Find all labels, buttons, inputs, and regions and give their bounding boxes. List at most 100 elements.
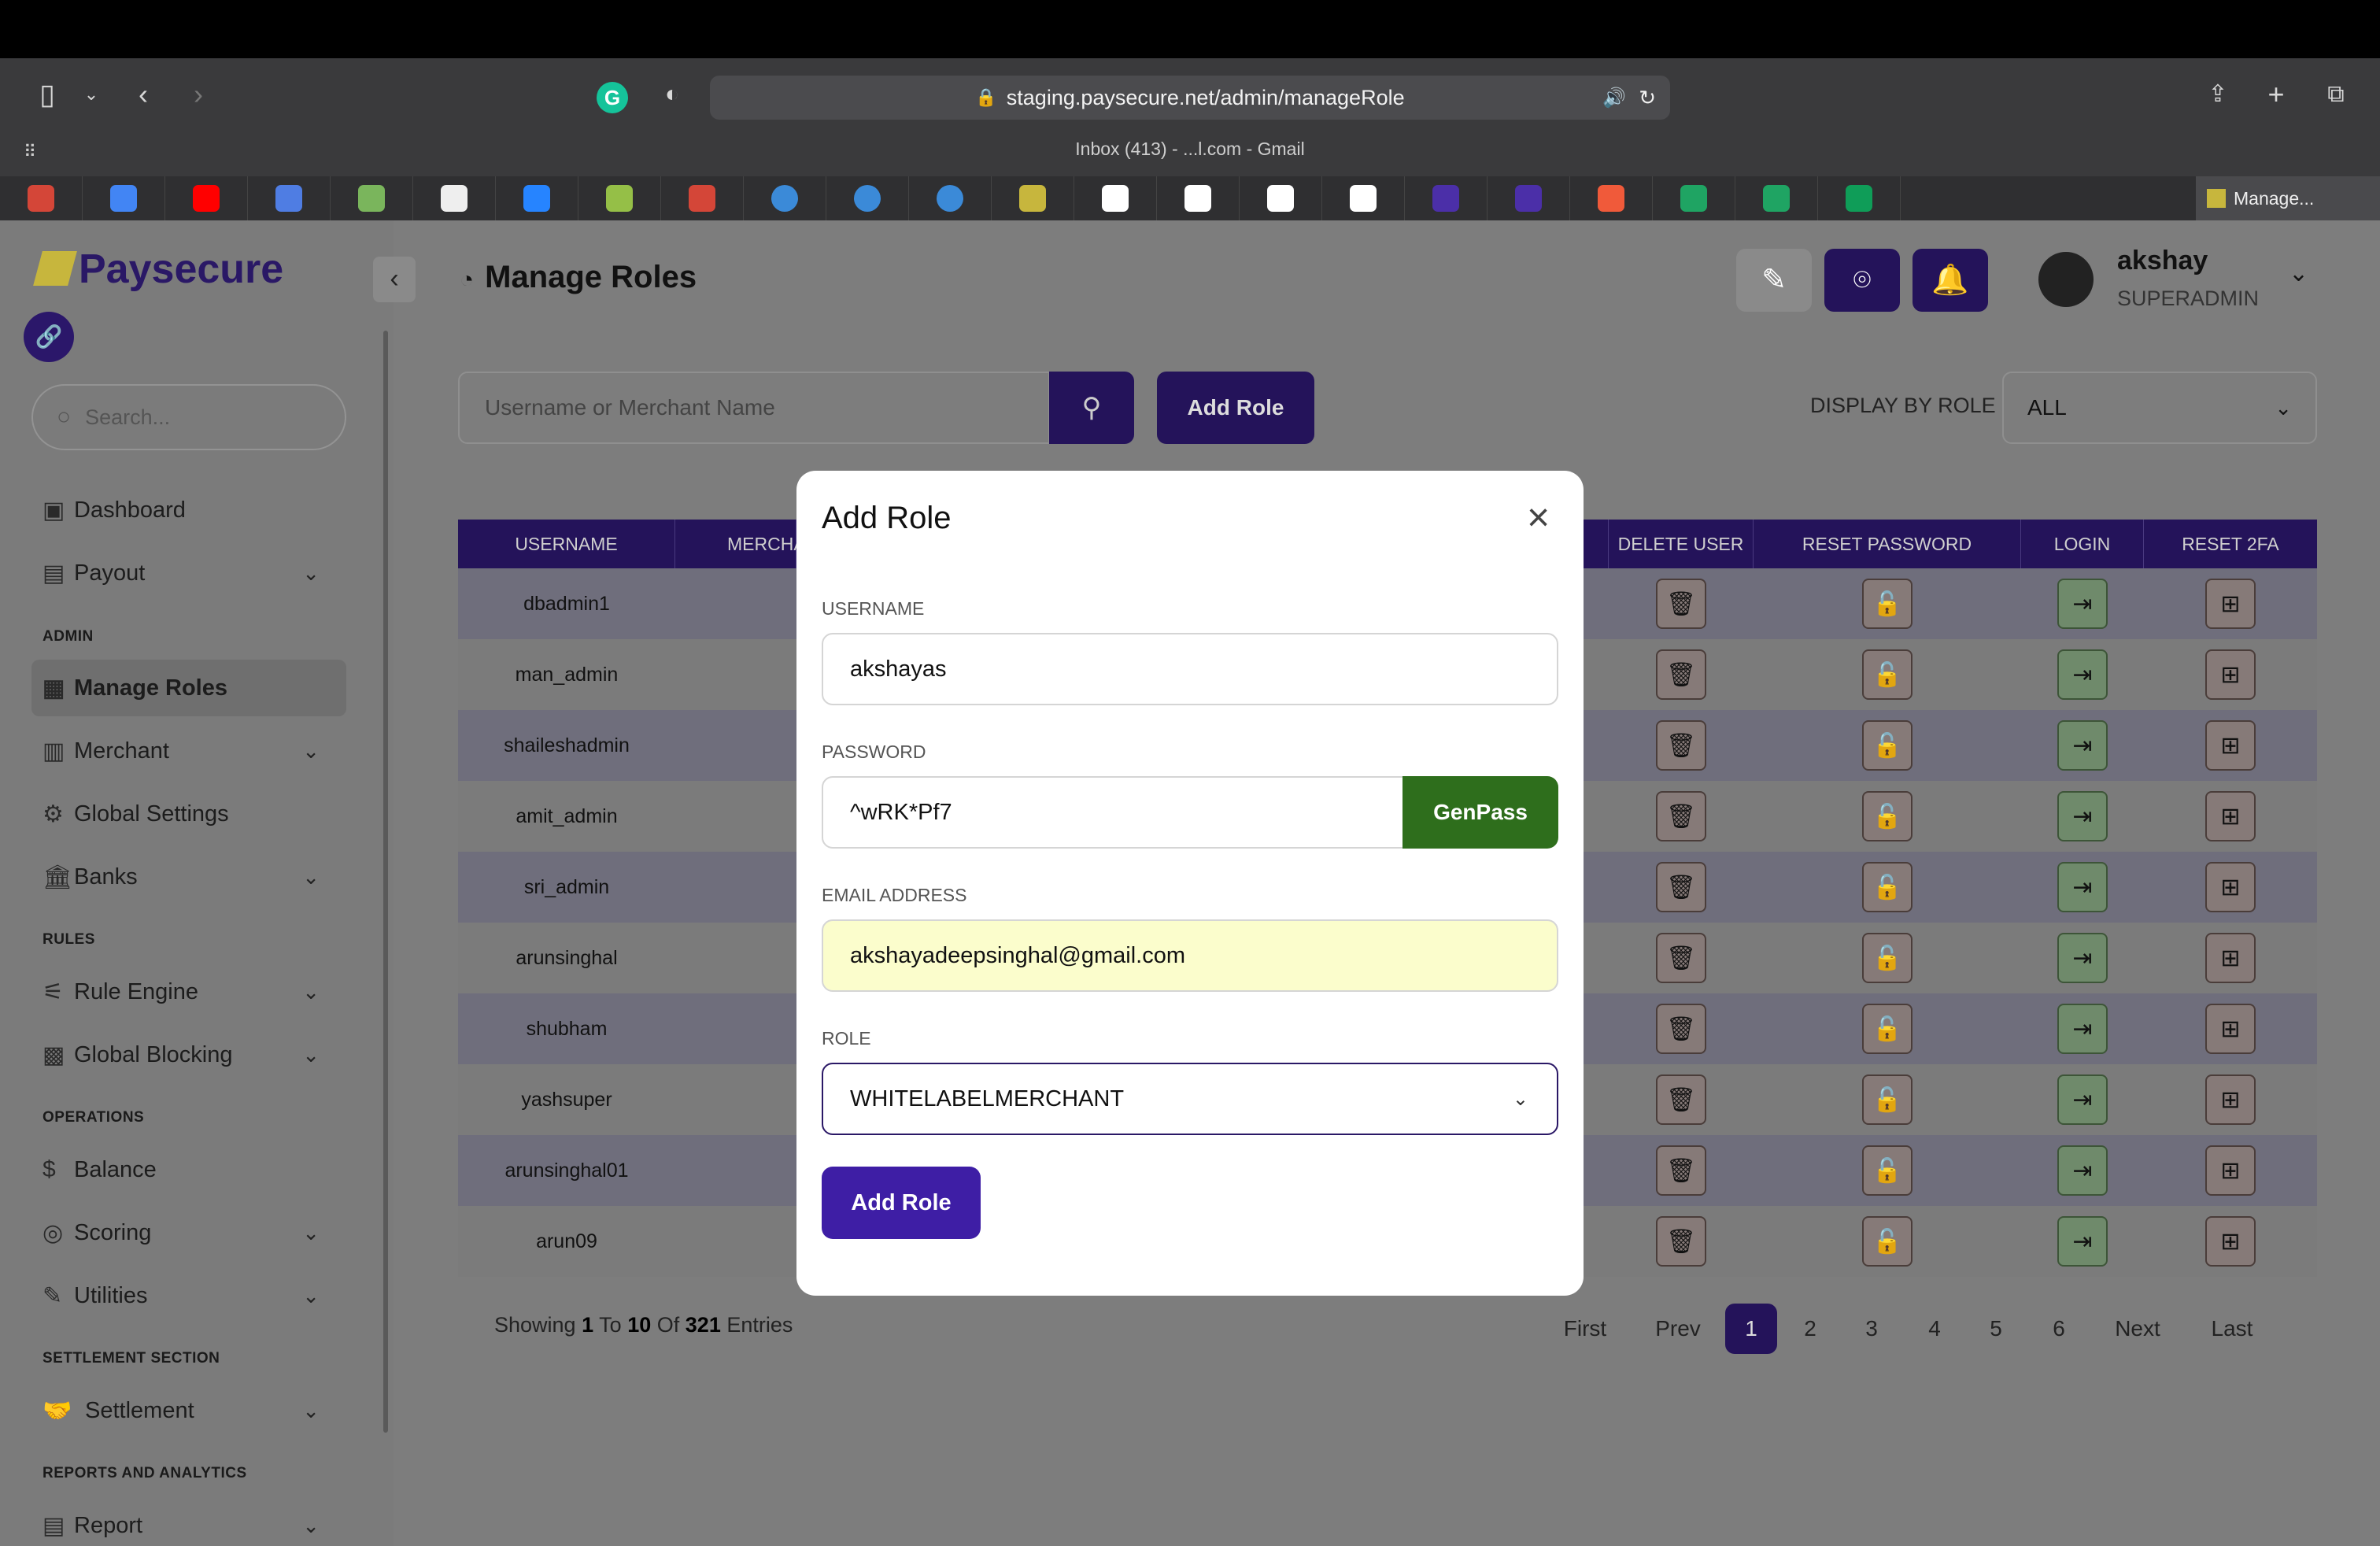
- bookmark-gmail-2[interactable]: [661, 176, 744, 220]
- bookmark-drive-2[interactable]: [1735, 176, 1818, 220]
- email-field[interactable]: akshayadeepsinghal@gmail.com: [822, 919, 1558, 992]
- search-input[interactable]: Username or Merchant Name: [458, 372, 1050, 444]
- reset-2fa-button[interactable]: ⊞: [2205, 791, 2256, 841]
- audio-playing-icon[interactable]: 🔊: [1602, 87, 1626, 109]
- bookmark-paysecure[interactable]: [992, 176, 1074, 220]
- sidebar-item-payout[interactable]: ▤ Payout ⌄: [31, 545, 346, 601]
- avatar[interactable]: [2038, 252, 2094, 307]
- sidebar-scrollbar[interactable]: [383, 331, 388, 1433]
- delete-user-button[interactable]: 🗑: [1656, 1074, 1706, 1125]
- role-filter-select[interactable]: ALL ⌄: [2002, 372, 2317, 444]
- reset-2fa-button[interactable]: ⊞: [2205, 1145, 2256, 1196]
- delete-user-button[interactable]: 🗑: [1656, 1216, 1706, 1267]
- username-field[interactable]: akshayas: [822, 633, 1558, 705]
- bookmark-speed[interactable]: [1570, 176, 1653, 220]
- bookmark-youtube[interactable]: [165, 176, 248, 220]
- close-icon[interactable]: ×: [1527, 497, 1550, 537]
- column-header-reset-password[interactable]: RESET PASSWORD: [1754, 520, 2021, 568]
- login-as-user-button[interactable]: ⇥: [2057, 791, 2108, 841]
- bookmark-shopify[interactable]: [331, 176, 413, 220]
- page-1[interactable]: 1: [1725, 1304, 1777, 1354]
- sidebar-item-dashboard[interactable]: ▣ Dashboard: [31, 482, 346, 538]
- reset-password-button[interactable]: 🔓: [1862, 862, 1913, 912]
- screenshot-button[interactable]: ⌾: [1824, 249, 1900, 312]
- sidebar-item-utilities[interactable]: ✎ Utilities ⌄: [31, 1267, 346, 1324]
- page-2[interactable]: 2: [1794, 1304, 1826, 1354]
- column-header-username[interactable]: USERNAME: [458, 520, 675, 568]
- reset-password-button[interactable]: 🔓: [1862, 649, 1913, 700]
- back-icon[interactable]: ‹: [124, 79, 162, 117]
- user-menu-chevron-icon[interactable]: ⌄: [2289, 260, 2308, 287]
- login-as-user-button[interactable]: ⇥: [2057, 649, 2108, 700]
- reset-password-button[interactable]: 🔓: [1862, 791, 1913, 841]
- sidebar-item-report[interactable]: ▤ Report ⌄: [31, 1497, 346, 1546]
- reset-password-button[interactable]: 🔓: [1862, 1145, 1913, 1196]
- bookmark-jira[interactable]: [496, 176, 578, 220]
- page-3[interactable]: 3: [1856, 1304, 1887, 1354]
- reset-password-button[interactable]: 🔓: [1862, 579, 1913, 629]
- reset-2fa-button[interactable]: ⊞: [2205, 720, 2256, 771]
- login-as-user-button[interactable]: ⇥: [2057, 720, 2108, 771]
- collapse-sidebar-button[interactable]: ‹: [373, 257, 416, 302]
- bookmark-sheets[interactable]: [1818, 176, 1901, 220]
- reset-2fa-button[interactable]: ⊞: [2205, 649, 2256, 700]
- sidebar-item-global-settings[interactable]: ⚙ Global Settings: [31, 786, 346, 842]
- column-header-reset-2fa[interactable]: RESET 2FA: [2144, 520, 2317, 568]
- forward-icon[interactable]: ›: [179, 79, 217, 117]
- bookmark-notion[interactable]: [1322, 176, 1405, 220]
- bookmark-shopify-2[interactable]: [578, 176, 661, 220]
- sidebar-search-input[interactable]: ○ Search...: [31, 384, 346, 450]
- sidebar-item-rule-engine[interactable]: ⚟ Rule Engine ⌄: [31, 963, 346, 1020]
- tab-overview-icon[interactable]: ⧉: [2317, 79, 2355, 117]
- bookmark-gmail[interactable]: [0, 176, 83, 220]
- delete-user-button[interactable]: 🗑: [1656, 933, 1706, 983]
- add-role-button[interactable]: Add Role: [1157, 372, 1314, 444]
- login-as-user-button[interactable]: ⇥: [2057, 1004, 2108, 1054]
- delete-user-button[interactable]: 🗑: [1656, 649, 1706, 700]
- sidebar-item-scoring[interactable]: ◎ Scoring ⌄: [31, 1204, 346, 1261]
- search-button[interactable]: ⚲: [1049, 372, 1134, 444]
- link-icon[interactable]: 🔗: [24, 312, 74, 362]
- reset-password-button[interactable]: 🔓: [1862, 1074, 1913, 1125]
- login-as-user-button[interactable]: ⇥: [2057, 579, 2108, 629]
- login-as-user-button[interactable]: ⇥: [2057, 1216, 2108, 1267]
- page-last[interactable]: Last: [2201, 1304, 2264, 1354]
- sidebar-item-banks[interactable]: 🏛 Banks ⌄: [31, 849, 346, 905]
- login-as-user-button[interactable]: ⇥: [2057, 933, 2108, 983]
- address-bar[interactable]: 🔒 staging.paysecure.net/admin/manageRole…: [710, 76, 1670, 120]
- new-tab-icon[interactable]: +: [2257, 79, 2295, 117]
- bookmark-drive[interactable]: [1653, 176, 1735, 220]
- bookmark-calendar[interactable]: [83, 176, 165, 220]
- reset-2fa-button[interactable]: ⊞: [2205, 933, 2256, 983]
- reset-password-button[interactable]: 🔓: [1862, 1216, 1913, 1267]
- submit-add-role-button[interactable]: Add Role: [822, 1167, 981, 1239]
- page-prev[interactable]: Prev: [1648, 1304, 1708, 1354]
- bookmark-app[interactable]: [1074, 176, 1157, 220]
- delete-user-button[interactable]: 🗑: [1656, 791, 1706, 841]
- delete-user-button[interactable]: 🗑: [1656, 720, 1706, 771]
- privacy-shield-icon[interactable]: ◐: [653, 79, 691, 117]
- reset-2fa-button[interactable]: ⊞: [2205, 579, 2256, 629]
- column-header-delete-user[interactable]: DELETE USER: [1609, 520, 1754, 568]
- reset-password-button[interactable]: 🔓: [1862, 933, 1913, 983]
- bookmark-app-3[interactable]: [1240, 176, 1322, 220]
- bookmark-edge[interactable]: [744, 176, 826, 220]
- reset-2fa-button[interactable]: ⊞: [2205, 1074, 2256, 1125]
- delete-user-button[interactable]: 🗑: [1656, 1145, 1706, 1196]
- reset-password-button[interactable]: 🔓: [1862, 1004, 1913, 1054]
- reset-2fa-button[interactable]: ⊞: [2205, 1004, 2256, 1054]
- role-select[interactable]: WHITELABELMERCHANT ⌄: [822, 1063, 1558, 1135]
- bookmark-edge-3[interactable]: [909, 176, 992, 220]
- reset-password-button[interactable]: 🔓: [1862, 720, 1913, 771]
- bookmark-docs[interactable]: [248, 176, 331, 220]
- password-field[interactable]: ^wRK*Pf7: [822, 776, 1404, 849]
- delete-user-button[interactable]: 🗑: [1656, 1004, 1706, 1054]
- page-next[interactable]: Next: [2106, 1304, 2169, 1354]
- bookmark-figma[interactable]: [1405, 176, 1488, 220]
- reset-2fa-button[interactable]: ⊞: [2205, 1216, 2256, 1267]
- sidebar-toggle-icon[interactable]: ▯: [28, 79, 66, 117]
- genpass-button[interactable]: GenPass: [1402, 776, 1558, 849]
- active-tab[interactable]: Manage...: [2196, 176, 2380, 220]
- brand-logo[interactable]: Paysecure: [33, 246, 283, 293]
- sidebar-item-manage-roles[interactable]: ▦ Manage Roles: [31, 660, 346, 716]
